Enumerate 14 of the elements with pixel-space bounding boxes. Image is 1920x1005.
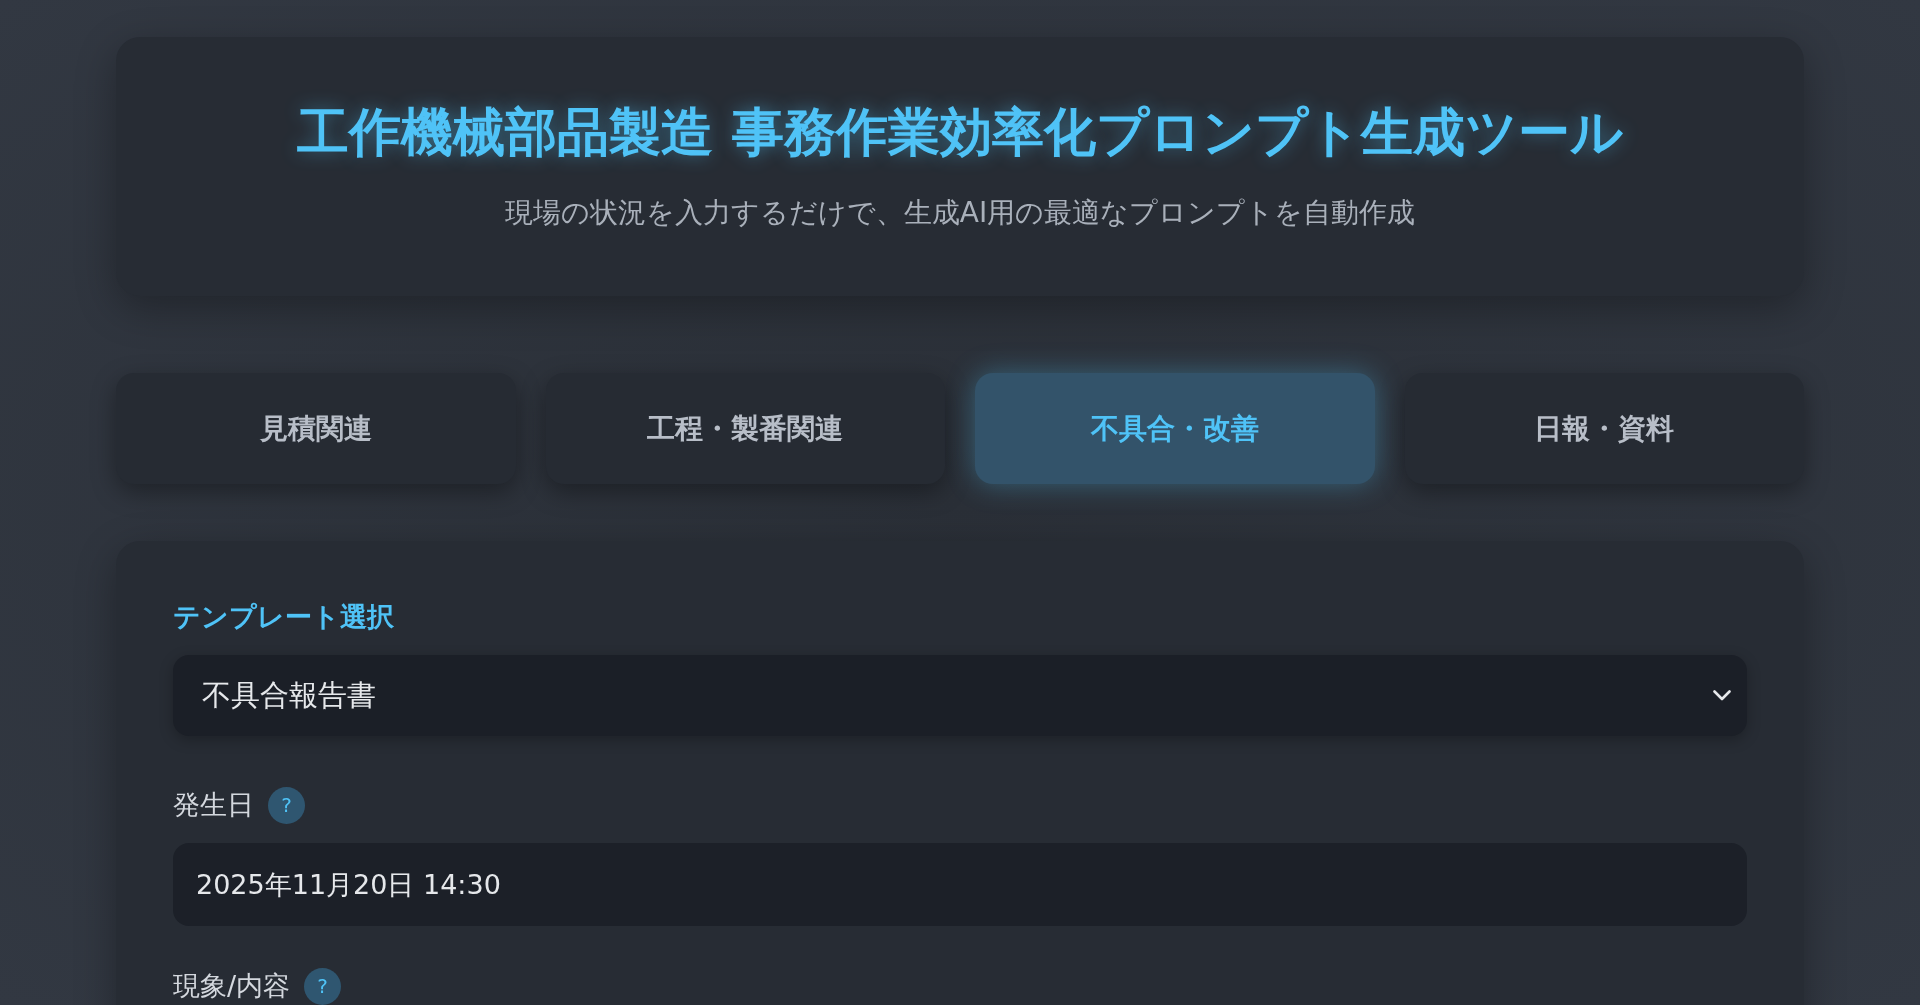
date-input[interactable]: 2025年11月20日 14:30 — [173, 843, 1747, 926]
page-title: 工作機械部品製造 事務作業効率化プロンプト生成ツール — [297, 101, 1623, 164]
category-tab[interactable]: 工程・製番関連 — [545, 373, 945, 484]
field-label: 発生日 — [173, 787, 254, 822]
help-button[interactable]: ? — [268, 786, 305, 824]
chevron-down-icon — [1713, 690, 1731, 701]
category-tab[interactable]: 見積関連 — [116, 373, 516, 484]
section-label: テンプレート選択 — [173, 599, 394, 634]
help-button[interactable]: ? — [304, 967, 342, 1005]
page-subtitle: 現場の状況を入力するだけで、生成AI用の最適なプロンプトを自動作成 — [504, 195, 1416, 231]
template-select[interactable]: 不具合報告書 — [173, 655, 1747, 736]
field-label: 現象/内容 — [173, 968, 291, 1003]
category-tab[interactable]: 日報・資料 — [1404, 373, 1804, 484]
category-tab[interactable]: 不具合・改善 — [975, 373, 1375, 484]
